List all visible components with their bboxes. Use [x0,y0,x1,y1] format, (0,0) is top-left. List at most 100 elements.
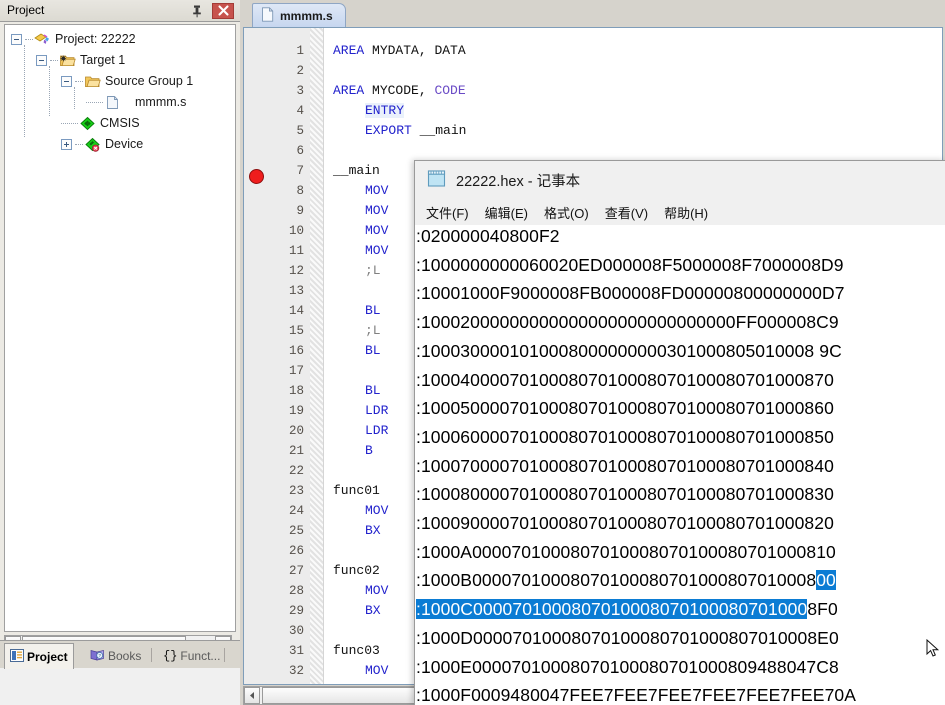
code-token: MOV [365,183,389,198]
hex-line[interactable]: :1000C0000701000807010008070100080701000… [416,595,838,624]
editor-tab-mmmm-s[interactable]: mmmm.s [252,3,346,27]
hex-line[interactable]: :100060000701000807010008070100080701000… [416,423,834,452]
breakpoint-gutter[interactable] [244,28,272,684]
hex-line[interactable]: :10002000000000000000000000000000FF00000… [416,308,839,337]
menu-file[interactable]: 文件(F) [426,203,469,222]
hex-text: :1000D0000701000807010008070100080701000… [416,627,839,648]
menu-help[interactable]: 帮助(H) [664,203,708,222]
line-number: 18 [288,384,304,398]
code-token: ;L [365,263,381,278]
code-line[interactable]: ;L [365,261,381,281]
notepad-title: 22222.hex - 记事本 [456,173,581,190]
hex-line[interactable]: :100040000701000807010008070100080701000… [416,366,834,395]
code-line[interactable]: BL [365,381,381,401]
tree-item-source-group[interactable]: Source Group 1 [61,71,193,92]
target-folder-icon [59,53,76,68]
code-token: BL [365,343,381,358]
tree-item-device[interactable]: Device [61,134,143,155]
hex-text: :1000E0000701000807010008070100080948804… [416,656,839,677]
notepad-window[interactable]: 22222.hex - 记事本 文件(F) 编辑(E) 格式(O) 查看(V) … [414,160,945,705]
hex-text: :100080000701000807010008070100080701000… [416,484,834,505]
hex-line[interactable]: :1000E0000701000807010008070100080948804… [416,653,839,682]
tree-connector-dots [86,102,103,103]
hex-text: :1000B0000701000807010008070100080701000… [416,570,817,591]
hex-line[interactable]: :1000F0009480047FEE7FEE7FEE7FEE7FEE7FEE7… [416,681,856,705]
pin-icon[interactable] [190,4,204,18]
tree-expander-plus-icon[interactable] [61,139,72,150]
code-line[interactable]: AREA MYDATA, DATA [333,41,466,61]
code-line[interactable]: MOV [365,501,388,521]
code-line[interactable]: func03 [333,641,380,661]
hex-line[interactable]: :1000000000060020ED000008F5000008F700000… [416,251,844,280]
code-token: AREA [333,83,365,98]
code-token: MOV [365,223,389,238]
line-number: 28 [288,584,304,598]
tree-connector-dots [25,39,33,40]
code-line[interactable]: MOV [365,201,388,221]
code-line[interactable]: ENTRY [365,101,405,121]
hex-line[interactable]: :100080000701000807010008070100080701000… [416,480,834,509]
hex-line[interactable]: :1000D0000701000807010008070100080701000… [416,624,839,653]
code-line[interactable]: EXPORT __main [365,121,466,141]
notepad-text-area[interactable]: :10010000FEE7FEE7FEE7FEE704480549054A064… [415,225,945,705]
tree-item-cmsis[interactable]: CMSIS [61,113,140,134]
source-file-icon [261,6,274,25]
code-line[interactable]: MOV [365,241,388,261]
notepad-menubar[interactable]: 文件(F) 编辑(E) 格式(O) 查看(V) 帮助(H) [415,199,945,225]
hex-line[interactable]: :10001000F9000008FB000008FD0000080000000… [416,279,845,308]
hex-text: :10002000000000000000000000000000FF00000… [416,312,839,333]
code-line[interactable]: ;L [365,321,381,341]
tree-item-target[interactable]: Target 1 [36,50,125,71]
tree-item-project[interactable]: Project: 22222 [11,29,136,50]
code-line[interactable]: BX [365,601,381,621]
code-line[interactable]: LDR [365,421,388,441]
code-line[interactable]: BL [365,341,381,361]
close-icon[interactable] [212,3,234,19]
code-line[interactable]: B [365,441,373,461]
project-tree[interactable]: Project: 22222 Target 1 Source Group 1 m… [4,24,236,632]
code-line[interactable]: __main [333,161,380,181]
tree-item-file[interactable]: mmmm.s [86,92,186,113]
line-number: 9 [296,204,304,218]
menu-edit[interactable]: 编辑(E) [485,203,528,222]
line-number: 29 [288,604,304,618]
line-number: 12 [288,264,304,278]
line-number: 6 [296,144,304,158]
tab-project[interactable]: Project [4,643,74,669]
code-line[interactable]: MOV [365,221,388,241]
tab-books[interactable]: ? Books [85,643,146,669]
fold-margin[interactable] [310,28,324,684]
code-line[interactable]: func01 [333,481,380,501]
breakpoint-marker[interactable] [249,169,264,184]
code-line[interactable]: MOV [365,581,388,601]
line-number: 14 [288,304,304,318]
tab-functions[interactable]: {} Funct... [158,643,225,669]
hex-text: :1000000000060020ED000008F5000008F700000… [416,254,844,275]
code-line[interactable]: AREA MYCODE, CODE [333,81,466,101]
green-diamond-icon [79,116,96,131]
scroll-left-arrow[interactable] [244,687,260,704]
hex-line[interactable]: :100090000701000807010008070100080701000… [416,509,834,538]
menu-format[interactable]: 格式(O) [544,203,589,222]
hex-line[interactable]: :1000B0000701000807010008070100080701000… [416,566,836,595]
tree-expander-minus-icon[interactable] [11,34,22,45]
hex-line[interactable]: :020000040800F2 [416,225,560,251]
hex-line[interactable]: :1000A0000701000807010008070100080701000… [416,538,836,567]
project-panel-header: Project [0,0,240,22]
hex-text: :100050000701000807010008070100080701000… [416,398,834,419]
tree-expander-minus-icon[interactable] [61,76,72,87]
hex-line[interactable]: :100030000101000800000000030100080501000… [416,337,842,366]
notepad-titlebar[interactable]: 22222.hex - 记事本 [415,161,945,199]
line-number: 5 [296,124,304,138]
code-token: ;L [365,323,381,338]
code-line[interactable]: BL [365,301,381,321]
hex-line[interactable]: :100070000701000807010008070100080701000… [416,452,834,481]
menu-view[interactable]: 查看(V) [605,203,648,222]
code-line[interactable]: func02 [333,561,380,581]
code-line[interactable]: LDR [365,401,388,421]
hex-line[interactable]: :100050000701000807010008070100080701000… [416,394,834,423]
code-line[interactable]: BX [365,521,381,541]
code-line[interactable]: MOV [365,181,388,201]
code-line[interactable]: MOV [365,661,388,681]
tree-expander-minus-icon[interactable] [36,55,47,66]
